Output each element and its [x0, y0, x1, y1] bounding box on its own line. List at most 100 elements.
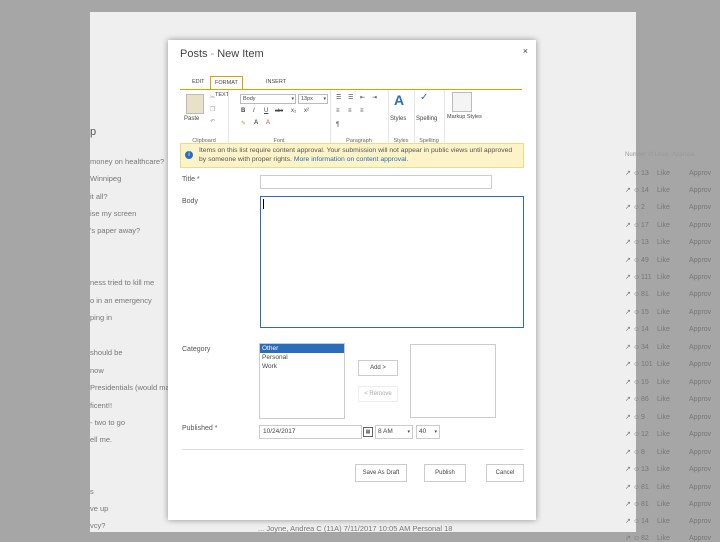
copy-icon[interactable]: ❐ — [210, 106, 215, 113]
spelling-group: ✓ Spelling Spelling — [414, 90, 445, 146]
like-count: 111 — [641, 274, 652, 281]
like-count: 82 — [641, 535, 649, 542]
category-option-personal[interactable]: Personal — [260, 353, 344, 362]
category-option-other[interactable]: Other — [260, 344, 344, 353]
like-link: Like — [657, 274, 670, 281]
like-count: 8 — [641, 449, 645, 456]
like-count: 9 — [641, 414, 645, 421]
add-category-button[interactable]: Add > — [358, 360, 398, 376]
reply-icon: ↗ — [625, 449, 631, 456]
like-count-icon: ☺ — [633, 222, 641, 229]
paste-button[interactable]: Paste — [184, 116, 199, 122]
category-available-list[interactable]: Other Personal Work — [259, 343, 345, 419]
numbered-list-icon[interactable]: ☰ — [348, 94, 353, 101]
like-count-icon: ☺ — [633, 379, 641, 386]
approval-status: Approv — [689, 239, 712, 246]
outdent-icon[interactable]: ⇤ — [360, 94, 365, 101]
publish-button[interactable]: Publish — [424, 464, 466, 482]
content-approval-link[interactable]: More information on content approval. — [294, 156, 408, 163]
like-link: Like — [657, 222, 670, 229]
body-editor[interactable] — [260, 196, 524, 328]
like-link: Like — [657, 431, 670, 438]
font-size-select[interactable]: 13px ▾ — [298, 94, 328, 104]
font-name-select[interactable]: Body ▾ — [240, 94, 296, 104]
highlight-icon[interactable]: ✎ — [241, 120, 246, 127]
like-count-icon: ☺ — [633, 170, 641, 177]
markup-styles-button[interactable]: Markup Styles — [447, 114, 482, 120]
undo-icon[interactable]: ↶ — [210, 118, 215, 125]
like-link: Like — [657, 309, 670, 316]
align-left-icon[interactable]: ≡ — [336, 108, 340, 114]
background-likes-row: ↗ ☺14 Like Approv — [625, 325, 720, 333]
bold-button[interactable]: B — [241, 108, 245, 114]
clear-format-icon[interactable]: A — [266, 120, 270, 126]
italic-button[interactable]: I — [253, 108, 255, 114]
indent-icon[interactable]: ⇥ — [372, 94, 377, 101]
reply-icon: ↗ — [625, 518, 631, 525]
like-count: 101 — [641, 361, 653, 368]
paste-icon[interactable] — [186, 94, 204, 114]
like-count: 2 — [641, 204, 645, 211]
tab-insert[interactable]: INSERT — [266, 76, 286, 88]
like-count: 81 — [641, 484, 649, 491]
font-color-icon[interactable]: A — [254, 120, 258, 126]
like-count-icon: ☺ — [633, 187, 641, 194]
reply-icon: ↗ — [625, 291, 631, 298]
title-label: Title * — [182, 176, 200, 183]
approval-status: Approv — [689, 414, 712, 421]
superscript-button[interactable]: x² — [304, 108, 309, 114]
remove-category-button[interactable]: < Remove — [358, 386, 398, 402]
minute-select[interactable]: 40 ▾ — [416, 425, 440, 439]
approval-status: Approv — [689, 535, 712, 542]
background-likes-row: ↗ ☺13 Like Approv — [625, 465, 720, 473]
approval-status: Approv — [689, 484, 712, 491]
spelling-button[interactable]: Spelling — [416, 116, 437, 122]
approval-status: Approv — [689, 187, 712, 194]
cut-icon[interactable]: ✂ — [210, 94, 215, 101]
calendar-icon[interactable]: ▦ — [363, 427, 373, 437]
spelling-icon[interactable]: ✓ — [420, 92, 428, 103]
like-count: 14 — [641, 326, 649, 333]
like-count-icon: ☺ — [633, 326, 641, 333]
tab-edit[interactable]: EDIT — [192, 76, 205, 88]
styles-icon[interactable]: A — [394, 92, 404, 108]
styles-button[interactable]: Styles — [390, 116, 406, 122]
hour-select[interactable]: 8 AM ▾ — [375, 425, 413, 439]
strikethrough-button[interactable]: abc — [275, 108, 283, 114]
reply-icon: ↗ — [625, 274, 631, 281]
align-center-icon[interactable]: ≡ — [348, 108, 352, 114]
align-right-icon[interactable]: ≡ — [360, 108, 364, 114]
reply-icon: ↗ — [625, 535, 631, 542]
background-likes-row: ↗ ☺2 Like Approv — [625, 203, 720, 211]
save-as-draft-button[interactable]: Save As Draft — [355, 464, 407, 482]
close-icon[interactable]: × — [523, 46, 528, 56]
background-list-item: o in an emergency — [90, 296, 152, 305]
background-list-item: money on healthcare? — [90, 157, 165, 166]
like-link: Like — [657, 449, 670, 456]
background-list-item: ise my screen — [90, 209, 137, 218]
underline-button[interactable]: U — [264, 108, 268, 114]
like-link: Like — [657, 501, 670, 508]
like-count: 86 — [641, 396, 649, 403]
category-selected-list[interactable] — [410, 344, 496, 418]
published-label: Published * — [182, 425, 218, 432]
markup-styles-icon[interactable] — [452, 92, 472, 112]
background-likes-row: ↗ ☺81 Like Approv — [625, 483, 720, 491]
text-direction-icon[interactable]: ¶ — [336, 122, 339, 128]
reply-icon: ↗ — [625, 431, 631, 438]
like-count-icon: ☺ — [633, 239, 641, 246]
cancel-button[interactable]: Cancel — [486, 464, 524, 482]
like-link: Like — [657, 344, 670, 351]
title-input[interactable] — [260, 175, 492, 189]
tab-format-text[interactable]: FORMAT TEXT — [210, 76, 243, 98]
background-list-item: Presidentials (would ma — [90, 383, 170, 392]
form-divider — [182, 449, 524, 450]
category-option-work[interactable]: Work — [260, 362, 344, 371]
published-date-input[interactable]: 10/24/2017 — [259, 425, 362, 439]
reply-icon: ↗ — [625, 344, 631, 351]
bullet-list-icon[interactable]: ☰ — [336, 94, 341, 101]
subscript-button[interactable]: x₂ — [291, 108, 296, 114]
like-count-icon: ☺ — [633, 431, 641, 438]
background-likes-row: ↗ ☺13 Like Approv — [625, 238, 720, 246]
approval-status: Approv — [689, 309, 712, 316]
